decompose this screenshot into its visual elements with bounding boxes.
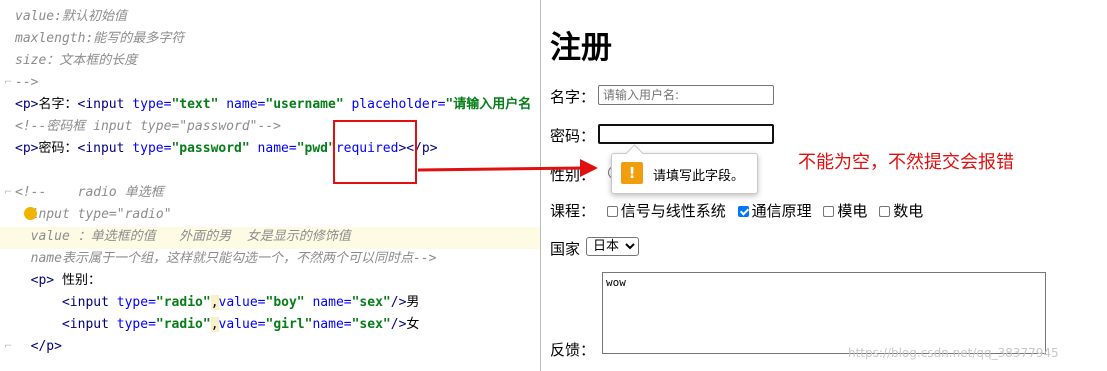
fold-marker-icon[interactable]: ⌐	[4, 187, 13, 198]
code-token: name=	[226, 97, 266, 112]
code-line: name表示属于一个组，这样就只能勾选一个，不然两个可以同时点-->	[15, 248, 437, 270]
code-token: name=	[312, 317, 352, 332]
country-select[interactable]: 日本	[586, 237, 639, 256]
code-token: 密码：	[38, 141, 78, 156]
code-line: <!-- radio 单选框	[15, 182, 164, 204]
password-label: 密码：	[550, 127, 596, 145]
course-label: 信号与线性系统	[620, 202, 726, 220]
watermark: https://blog.csdn.net/qq_38377945	[848, 346, 1059, 360]
code-token: />	[390, 317, 407, 332]
code-token: input type="radio"	[15, 207, 172, 222]
code-token: ,	[210, 317, 219, 332]
feedback-textarea[interactable]: wow	[602, 272, 1046, 354]
fold-marker-icon[interactable]: ⌐	[4, 341, 13, 352]
code-token: value=	[218, 295, 266, 310]
code-token: value=	[218, 317, 266, 332]
tooltip-text: 请填写此字段。	[653, 169, 745, 184]
code-line: input type="radio"	[15, 204, 172, 226]
code-token: "password"	[171, 141, 250, 156]
code-token: </p>	[15, 339, 62, 354]
code-token: 女	[406, 317, 420, 332]
code-token: "boy"	[265, 295, 305, 310]
code-token: maxlength:能写的最多字符	[15, 31, 185, 46]
code-line: <input type="radio",value="boy" name="se…	[15, 292, 419, 314]
code-token: "text"	[171, 97, 219, 112]
code-token: "请输入用户名	[445, 97, 532, 112]
feedback-label: 反馈：	[550, 341, 596, 359]
code-line: maxlength:能写的最多字符	[15, 28, 184, 50]
course-label: 通信原理	[751, 202, 812, 220]
code-line: </p>	[15, 336, 62, 358]
code-token: -->	[15, 75, 39, 90]
gender-label: 性别：	[550, 166, 596, 184]
code-token: type=	[116, 317, 156, 332]
code-token: 男	[406, 295, 420, 310]
code-token: <input	[77, 97, 133, 112]
code-token: <input	[61, 295, 117, 310]
code-token: type=	[132, 141, 172, 156]
code-token: "girl"	[265, 317, 313, 332]
code-token: <p>	[15, 141, 39, 156]
code-line: value ：单选框的值 外面的男 女是显示的修饰值	[15, 226, 351, 248]
course-label: 数电	[893, 202, 924, 220]
code-token: type=	[132, 97, 172, 112]
code-token: type=	[116, 295, 156, 310]
code-line: <input type="radio",value="girl"name="se…	[15, 314, 419, 336]
annotation-text: 不能为空，不然提交会报错	[798, 152, 1014, 173]
code-editor[interactable]: value:默认初始值 maxlength:能写的最多字符 size：文本框的长度 -…	[0, 0, 540, 371]
code-line: <p>名字：<input type="text" name="username"…	[15, 94, 531, 116]
code-token: <input	[61, 317, 117, 332]
page-title: 注册	[550, 30, 612, 66]
code-line: -->	[15, 72, 38, 94]
course-checkbox[interactable]	[737, 206, 749, 217]
lightbulb-icon[interactable]	[24, 207, 37, 220]
code-token: 性别：	[54, 273, 101, 288]
required-highlight-box	[333, 120, 417, 184]
code-token: <input	[77, 141, 133, 156]
code-token: />	[390, 295, 407, 310]
code-token: "radio"	[155, 317, 211, 332]
code-token: <p>	[15, 273, 55, 288]
code-token: size：文本框的长度	[15, 53, 138, 68]
validation-tooltip: ! 请填写此字段。	[611, 153, 758, 194]
courses-label: 课程：	[550, 202, 596, 220]
code-token: "radio"	[155, 295, 211, 310]
code-token: "username"	[265, 97, 344, 112]
password-input[interactable]	[598, 124, 774, 144]
code-line: <p> 性别：	[15, 270, 101, 292]
course-checkbox[interactable]	[823, 206, 835, 217]
code-line: <!--密码框 input type="password"-->	[15, 116, 281, 138]
name-label: 名字：	[550, 88, 596, 106]
code-token: <p>	[15, 97, 39, 112]
code-token: 名字：	[38, 97, 78, 112]
fold-marker-icon[interactable]: ⌐	[4, 77, 13, 88]
course-label: 模电	[837, 202, 868, 220]
code-token: name表示属于一个组，这样就只能勾选一个，不然两个可以同时点-->	[15, 251, 437, 266]
country-label: 国家	[550, 240, 581, 258]
code-token: ,	[210, 295, 219, 310]
code-token: "pwd"	[296, 141, 336, 156]
code-line: size：文本框的长度	[15, 50, 137, 72]
code-token: name=	[257, 141, 297, 156]
username-input[interactable]	[598, 85, 774, 105]
code-token: "sex"	[351, 317, 391, 332]
code-token: name=	[312, 295, 352, 310]
course-checkbox[interactable]	[879, 206, 891, 217]
code-token: placeholder=	[351, 97, 446, 112]
code-token: value ：单选框的值 外面的男 女是显示的修饰值	[15, 229, 351, 244]
code-line: value:默认初始值	[15, 6, 127, 28]
code-token: value:默认初始值	[15, 9, 127, 24]
course-checkbox[interactable]	[606, 206, 618, 217]
code-token: <!-- radio 单选框	[15, 185, 164, 200]
warning-icon: !	[621, 162, 643, 184]
code-token: <!--密码框 input type="password"-->	[15, 119, 281, 134]
code-token: "sex"	[351, 295, 391, 310]
courses-row: 课程： 信号与线性系统 通信原理 模电 数电	[550, 200, 923, 221]
